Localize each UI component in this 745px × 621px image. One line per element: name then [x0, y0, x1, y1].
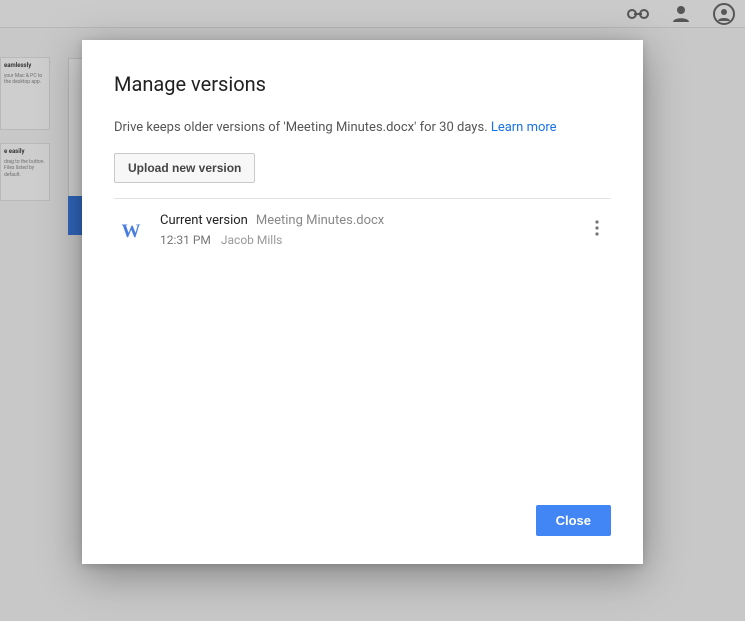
desc-prefix: Drive keeps older versions of ': [114, 120, 286, 135]
version-label: Current version: [160, 213, 248, 228]
version-more-button[interactable]: [583, 214, 611, 242]
dialog-title: Manage versions: [114, 72, 611, 96]
manage-versions-dialog: Manage versions Drive keeps older versio…: [82, 40, 643, 564]
version-user: Jacob Mills: [221, 233, 282, 247]
desc-filename: Meeting Minutes.docx: [286, 120, 414, 135]
version-row: W Current version Meeting Minutes.docx 12…: [114, 199, 611, 259]
more-vert-icon: [595, 220, 599, 236]
version-filename: Meeting Minutes.docx: [256, 213, 384, 228]
version-time: 12:31 PM: [160, 233, 211, 247]
learn-more-link[interactable]: Learn more: [491, 120, 557, 135]
word-document-icon: W: [114, 215, 148, 249]
dialog-description: Drive keeps older versions of 'Meeting M…: [114, 120, 611, 135]
desc-suffix: ' for 30 days.: [414, 120, 491, 135]
version-info: Current version Meeting Minutes.docx 12:3…: [160, 213, 384, 247]
upload-new-version-button[interactable]: Upload new version: [114, 153, 255, 183]
close-button[interactable]: Close: [536, 505, 611, 536]
dialog-footer: Close: [82, 505, 643, 564]
